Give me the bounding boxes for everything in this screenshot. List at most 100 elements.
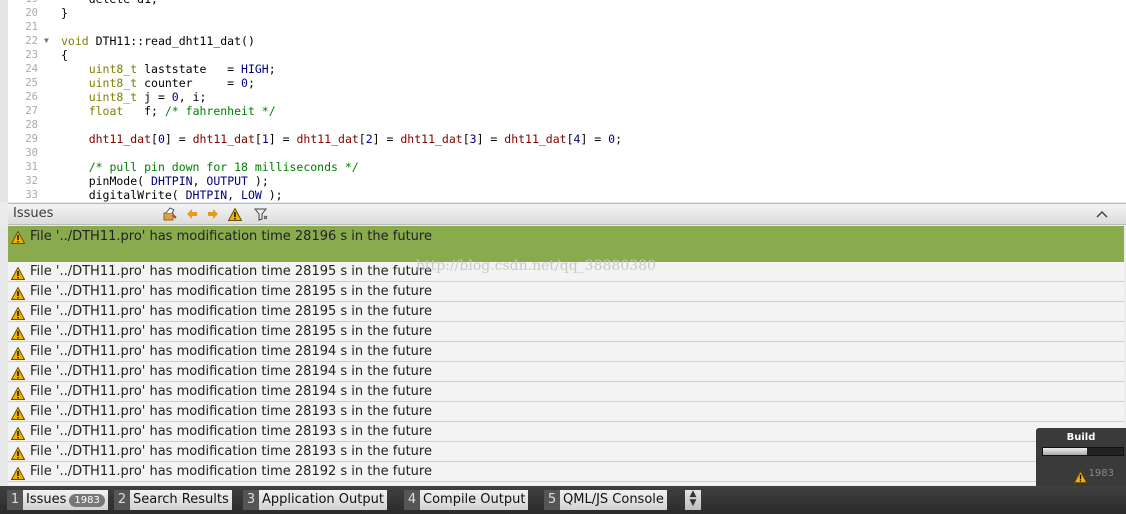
tab-label: Search Results xyxy=(133,492,229,507)
code-token: ] = xyxy=(580,132,609,146)
code-text: /* pull pin down for 18 milliseconds */ xyxy=(61,160,359,174)
line-number: 30 xyxy=(25,147,38,159)
updown-arrows-icon[interactable]: ▲ ▼ xyxy=(685,490,701,510)
issue-row[interactable]: File '../DTH11.pro' has modification tim… xyxy=(8,402,1124,422)
tab-issues[interactable]: 1 Issues 1983 xyxy=(7,490,108,510)
issue-row[interactable]: File '../DTH11.pro' has modification tim… xyxy=(8,342,1124,362)
next-arrow-icon[interactable] xyxy=(205,207,221,221)
tab-label: Application Output xyxy=(262,492,384,507)
clear-icon[interactable] xyxy=(162,207,178,221)
code-text: { xyxy=(61,48,68,62)
code-token: ] = xyxy=(164,132,193,146)
code-line: 21 xyxy=(0,20,1126,34)
code-token: /* pull pin down for 18 milliseconds */ xyxy=(88,160,359,174)
issue-row[interactable]: File '../DTH11.pro' has modification tim… xyxy=(8,462,1124,482)
tab-number: 3 xyxy=(243,490,259,510)
prev-arrow-icon[interactable] xyxy=(184,207,200,221)
line-number: 27 xyxy=(25,105,38,117)
panel-left-edge xyxy=(0,225,8,485)
issue-row[interactable]: File '../DTH11.pro' has modification tim… xyxy=(8,262,1124,282)
code-token: /* fahrenheit */ xyxy=(164,104,276,118)
code-token: [ xyxy=(566,132,574,146)
warning-icon[interactable] xyxy=(227,207,243,221)
tab-application-output[interactable]: 3 Application Output xyxy=(243,490,387,510)
code-token: dht11_dat xyxy=(296,132,359,146)
code-token: j = xyxy=(137,90,172,104)
warning-icon xyxy=(10,229,26,248)
issue-text: File '../DTH11.pro' has modification tim… xyxy=(30,284,432,299)
code-text: dht11_dat[0] = dht11_dat[1] = dht11_dat[… xyxy=(61,132,622,146)
code-token: ] = xyxy=(476,132,505,146)
warning-icon xyxy=(10,465,26,484)
code-token: DHTPIN xyxy=(185,188,228,202)
tab-compile-output[interactable]: 4 Compile Output xyxy=(404,490,529,510)
issue-text: File '../DTH11.pro' has modification tim… xyxy=(30,229,432,244)
code-line: 20} xyxy=(0,6,1126,20)
code-token: void xyxy=(61,34,89,48)
code-editor[interactable]: 19 delete d1;20}2122▼void DTH11::read_dh… xyxy=(0,0,1126,202)
issue-text: File '../DTH11.pro' has modification tim… xyxy=(30,264,432,279)
issue-row[interactable]: File '../DTH11.pro' has modification tim… xyxy=(8,322,1124,342)
code-token: , i; xyxy=(178,90,207,104)
tab-search-results[interactable]: 2 Search Results xyxy=(114,490,232,510)
issue-text: File '../DTH11.pro' has modification tim… xyxy=(30,304,432,319)
code-token: [ xyxy=(358,132,366,146)
issue-row[interactable]: File '../DTH11.pro' has modification tim… xyxy=(8,226,1124,262)
build-progress-widget[interactable]: Build 1983 xyxy=(1036,428,1126,486)
line-number: 20 xyxy=(25,7,38,19)
issue-row[interactable]: File '../DTH11.pro' has modification tim… xyxy=(8,442,1124,462)
code-token: [ xyxy=(151,132,158,146)
build-progress-bar xyxy=(1042,447,1124,456)
issue-row[interactable]: File '../DTH11.pro' has modification tim… xyxy=(8,362,1124,382)
issue-list[interactable]: File '../DTH11.pro' has modification tim… xyxy=(8,226,1124,485)
tab-label: QML/JS Console xyxy=(563,492,664,507)
code-token: ; xyxy=(268,62,276,76)
tab-number: 2 xyxy=(114,490,130,510)
line-number: 26 xyxy=(25,91,38,103)
collapse-icon[interactable] xyxy=(1094,207,1110,221)
line-number: 22 xyxy=(25,35,38,47)
code-text: uint8_t j = 0, i; xyxy=(61,90,207,104)
issues-panel-title: Issues xyxy=(13,206,54,221)
code-line: 33 digitalWrite( DHTPIN, LOW ); xyxy=(0,188,1126,202)
code-token: LOW xyxy=(241,188,262,202)
code-token: dht11_dat xyxy=(504,132,567,146)
line-number: 32 xyxy=(25,175,38,187)
code-token: ] = xyxy=(268,132,297,146)
warning-icon xyxy=(1073,468,1088,487)
tab-label: Issues xyxy=(26,492,67,507)
code-token: dht11_dat xyxy=(88,132,152,146)
issue-row[interactable]: File '../DTH11.pro' has modification tim… xyxy=(8,422,1124,442)
code-token: ; xyxy=(615,132,623,146)
build-progress-fill xyxy=(1043,448,1087,455)
code-line: 26 uint8_t j = 0, i; xyxy=(0,90,1126,104)
code-token: 0 xyxy=(171,90,179,104)
issue-text: File '../DTH11.pro' has modification tim… xyxy=(30,324,432,339)
tab-qml-js-console[interactable]: 5 QML/JS Console xyxy=(544,490,667,510)
issue-row[interactable]: File '../DTH11.pro' has modification tim… xyxy=(8,302,1124,322)
tab-label: Compile Output xyxy=(423,492,526,507)
code-token: ] = xyxy=(372,132,401,146)
code-token: dht11_dat xyxy=(400,132,463,146)
issues-panel-header: Issues xyxy=(8,203,1126,225)
line-number: 28 xyxy=(25,119,38,131)
code-token: 1 xyxy=(261,132,269,146)
code-text: digitalWrite( DHTPIN, LOW ); xyxy=(61,188,283,202)
code-text: float f; /* fahrenheit */ xyxy=(61,104,276,118)
code-text: pinMode( DHTPIN, OUTPUT ); xyxy=(61,174,269,188)
issue-row[interactable]: File '../DTH11.pro' has modification tim… xyxy=(8,282,1124,302)
code-token: OUTPUT xyxy=(206,174,248,188)
code-line: 24 uint8_t laststate = HIGH; xyxy=(0,62,1126,76)
issue-row[interactable]: File '../DTH11.pro' has modification tim… xyxy=(8,382,1124,402)
code-token: 3 xyxy=(469,132,477,146)
fold-toggle-icon[interactable]: ▼ xyxy=(44,34,49,48)
line-number: 33 xyxy=(25,189,38,201)
build-label: Build xyxy=(1066,432,1096,443)
issues-count-badge: 1983 xyxy=(69,493,105,507)
filter-icon[interactable] xyxy=(253,207,269,221)
code-text: void DTH11::read_dht11_dat() xyxy=(61,34,255,48)
code-line: 22 ▼ void DTH11::read_dht11_dat() xyxy=(0,34,1126,48)
